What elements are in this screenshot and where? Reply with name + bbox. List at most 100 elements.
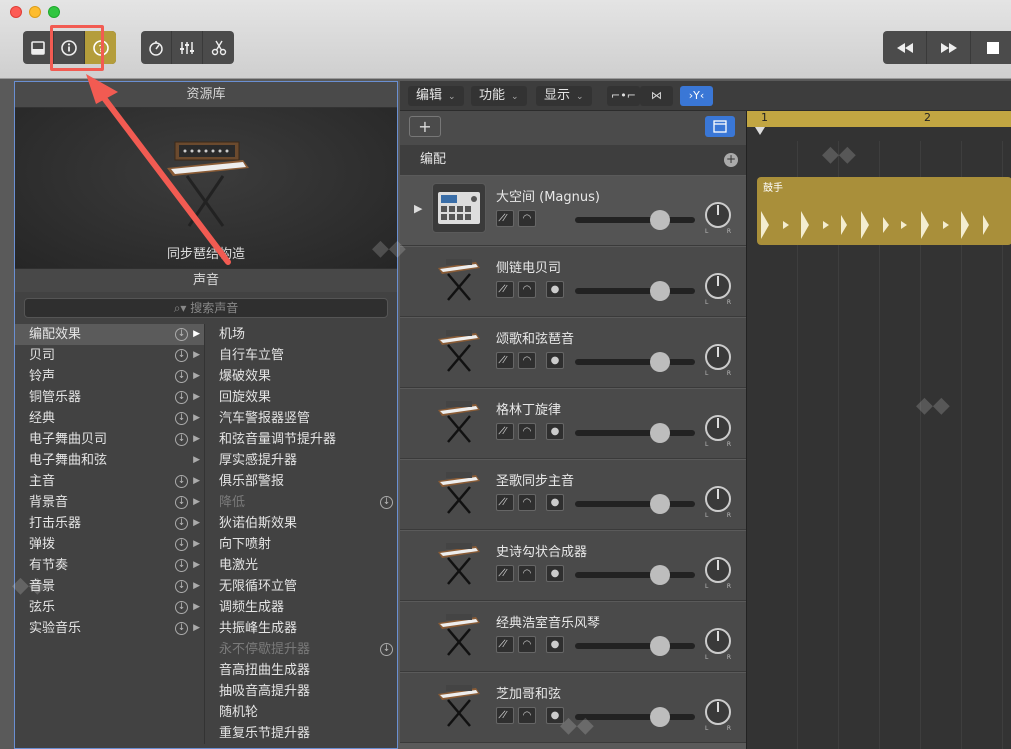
category-item[interactable]: 贝司 ↓ ▶ — [15, 345, 204, 366]
category-item[interactable]: 电子舞曲贝司 ↓ ▶ — [15, 429, 204, 450]
pan-knob[interactable] — [705, 486, 731, 512]
track-header[interactable]: 颂歌和弦琶音 ⁄̸ ◠ ● L R — [400, 318, 746, 388]
timeline-area[interactable]: 1 2 鼓手 — [746, 111, 1011, 749]
category-item[interactable]: 编配效果 ↓ ▶ — [15, 324, 204, 345]
mute-button[interactable]: ⁄̸ — [496, 494, 514, 511]
stop-button[interactable] — [971, 31, 1011, 64]
patch-item[interactable]: 厚实感提升器 — [205, 450, 397, 471]
track-header[interactable]: 格林丁旋律 ⁄̸ ◠ ● L R — [400, 389, 746, 459]
record-enable-button[interactable]: ● — [546, 636, 564, 653]
volume-slider-knob[interactable] — [650, 565, 670, 585]
volume-slider[interactable] — [575, 572, 695, 578]
volume-slider[interactable] — [575, 359, 695, 365]
patch-item[interactable]: 电激光 — [205, 555, 397, 576]
download-icon[interactable]: ↓ — [175, 328, 188, 341]
category-item[interactable]: 电子舞曲和弦 ▶ — [15, 450, 204, 471]
record-enable-button[interactable]: ● — [546, 565, 564, 582]
pan-knob[interactable] — [705, 699, 731, 725]
record-enable-button[interactable]: ● — [546, 423, 564, 440]
category-item[interactable]: 背景音 ↓ ▶ — [15, 492, 204, 513]
patch-item[interactable]: 降低 ↓ — [205, 492, 397, 513]
mute-button[interactable]: ⁄̸ — [496, 636, 514, 653]
track-header[interactable]: 芝加哥和弦 ⁄̸ ◠ ● L R — [400, 673, 746, 743]
maximize-window-button[interactable] — [48, 6, 60, 18]
track-header[interactable]: 史诗勾状合成器 ⁄̸ ◠ ● L R — [400, 531, 746, 601]
track-header[interactable]: 经典浩室音乐风琴 ⁄̸ ◠ ● L R — [400, 602, 746, 672]
download-icon[interactable]: ↓ — [175, 580, 188, 593]
volume-slider-knob[interactable] — [650, 636, 670, 656]
download-icon[interactable]: ↓ — [175, 475, 188, 488]
close-window-button[interactable] — [10, 6, 22, 18]
solo-button[interactable]: ◠ — [518, 565, 536, 582]
download-icon[interactable]: ↓ — [175, 622, 188, 635]
patch-item[interactable]: 向下喷射 — [205, 534, 397, 555]
patch-item[interactable]: 俱乐部警报 — [205, 471, 397, 492]
category-item[interactable]: 音景 ↓ ▶ — [15, 576, 204, 597]
download-icon[interactable]: ↓ — [380, 643, 393, 656]
volume-slider-knob[interactable] — [650, 281, 670, 301]
download-icon[interactable]: ↓ — [175, 559, 188, 572]
bar-ruler[interactable]: 1 2 — [747, 111, 1011, 127]
volume-slider-knob[interactable] — [650, 707, 670, 727]
drummer-region[interactable]: 鼓手 — [757, 177, 1011, 245]
category-item[interactable]: 经典 ↓ ▶ — [15, 408, 204, 429]
category-item[interactable]: 铃声 ↓ ▶ — [15, 366, 204, 387]
patch-item[interactable]: 回旋效果 — [205, 387, 397, 408]
global-tracks-button[interactable] — [705, 116, 735, 137]
download-icon[interactable]: ↓ — [175, 412, 188, 425]
pan-knob[interactable] — [705, 202, 731, 228]
patch-item[interactable]: 抽吸音高提升器 — [205, 681, 397, 702]
volume-slider[interactable] — [575, 643, 695, 649]
solo-button[interactable]: ◠ — [518, 210, 536, 227]
track-header[interactable]: ▶ 大空间 (Magnus) ⁄̸ ◠ L R — [400, 176, 746, 246]
pan-knob[interactable] — [705, 557, 731, 583]
track-header[interactable]: 圣歌同步主音 ⁄̸ ◠ ● L R — [400, 460, 746, 530]
download-icon[interactable]: ↓ — [175, 370, 188, 383]
playhead-marker[interactable] — [755, 127, 765, 135]
volume-slider-knob[interactable] — [650, 352, 670, 372]
volume-slider[interactable] — [575, 217, 695, 223]
add-track-button[interactable]: + — [409, 116, 441, 137]
edit-menu[interactable]: 编辑 ⌄ — [408, 86, 464, 106]
volume-slider-knob[interactable] — [650, 210, 670, 230]
download-icon[interactable]: ↓ — [175, 601, 188, 614]
download-icon[interactable]: ↓ — [380, 496, 393, 509]
download-icon[interactable]: ↓ — [175, 391, 188, 404]
patch-item[interactable]: 共振峰生成器 — [205, 618, 397, 639]
solo-button[interactable]: ◠ — [518, 352, 536, 369]
solo-button[interactable]: ◠ — [518, 281, 536, 298]
pan-knob[interactable] — [705, 628, 731, 654]
patch-item[interactable]: 调频生成器 — [205, 597, 397, 618]
mute-button[interactable]: ⁄̸ — [496, 210, 514, 227]
volume-slider[interactable] — [575, 288, 695, 294]
download-icon[interactable]: ↓ — [175, 538, 188, 551]
mute-button[interactable]: ⁄̸ — [496, 707, 514, 724]
solo-button[interactable]: ◠ — [518, 423, 536, 440]
mixer-button[interactable] — [172, 31, 203, 64]
functions-menu[interactable]: 功能 ⌄ — [471, 86, 527, 106]
volume-slider-knob[interactable] — [650, 423, 670, 443]
patch-item[interactable]: 汽车警报器竖管 — [205, 408, 397, 429]
patch-item[interactable]: 重复乐节提升器 — [205, 723, 397, 744]
pan-knob[interactable] — [705, 344, 731, 370]
solo-button[interactable]: ◠ — [518, 494, 536, 511]
solo-button[interactable]: ◠ — [518, 636, 536, 653]
fast-forward-button[interactable] — [927, 31, 971, 64]
automation-button[interactable]: ⌐•⌐ — [607, 86, 640, 106]
patch-item[interactable]: 和弦音量调节提升器 — [205, 429, 397, 450]
category-item[interactable]: 主音 ↓ ▶ — [15, 471, 204, 492]
volume-slider[interactable] — [575, 501, 695, 507]
download-icon[interactable]: ↓ — [175, 433, 188, 446]
disclosure-triangle-icon[interactable]: ▶ — [414, 202, 422, 215]
record-enable-button[interactable]: ● — [546, 707, 564, 724]
category-item[interactable]: 实验音乐 ↓ ▶ — [15, 618, 204, 639]
patch-item[interactable]: 无限循环立管 — [205, 576, 397, 597]
sound-search-input[interactable]: ⌕▾ 搜索声音 — [24, 298, 388, 318]
category-item[interactable]: 有节奏 ↓ ▶ — [15, 555, 204, 576]
patch-item[interactable]: 永不停歇提升器 ↓ — [205, 639, 397, 660]
download-icon[interactable]: ↓ — [175, 496, 188, 509]
mute-button[interactable]: ⁄̸ — [496, 565, 514, 582]
rewind-button[interactable] — [883, 31, 927, 64]
catch-button[interactable]: ›Y‹ — [680, 86, 713, 106]
patch-item[interactable]: 随机轮 — [205, 702, 397, 723]
